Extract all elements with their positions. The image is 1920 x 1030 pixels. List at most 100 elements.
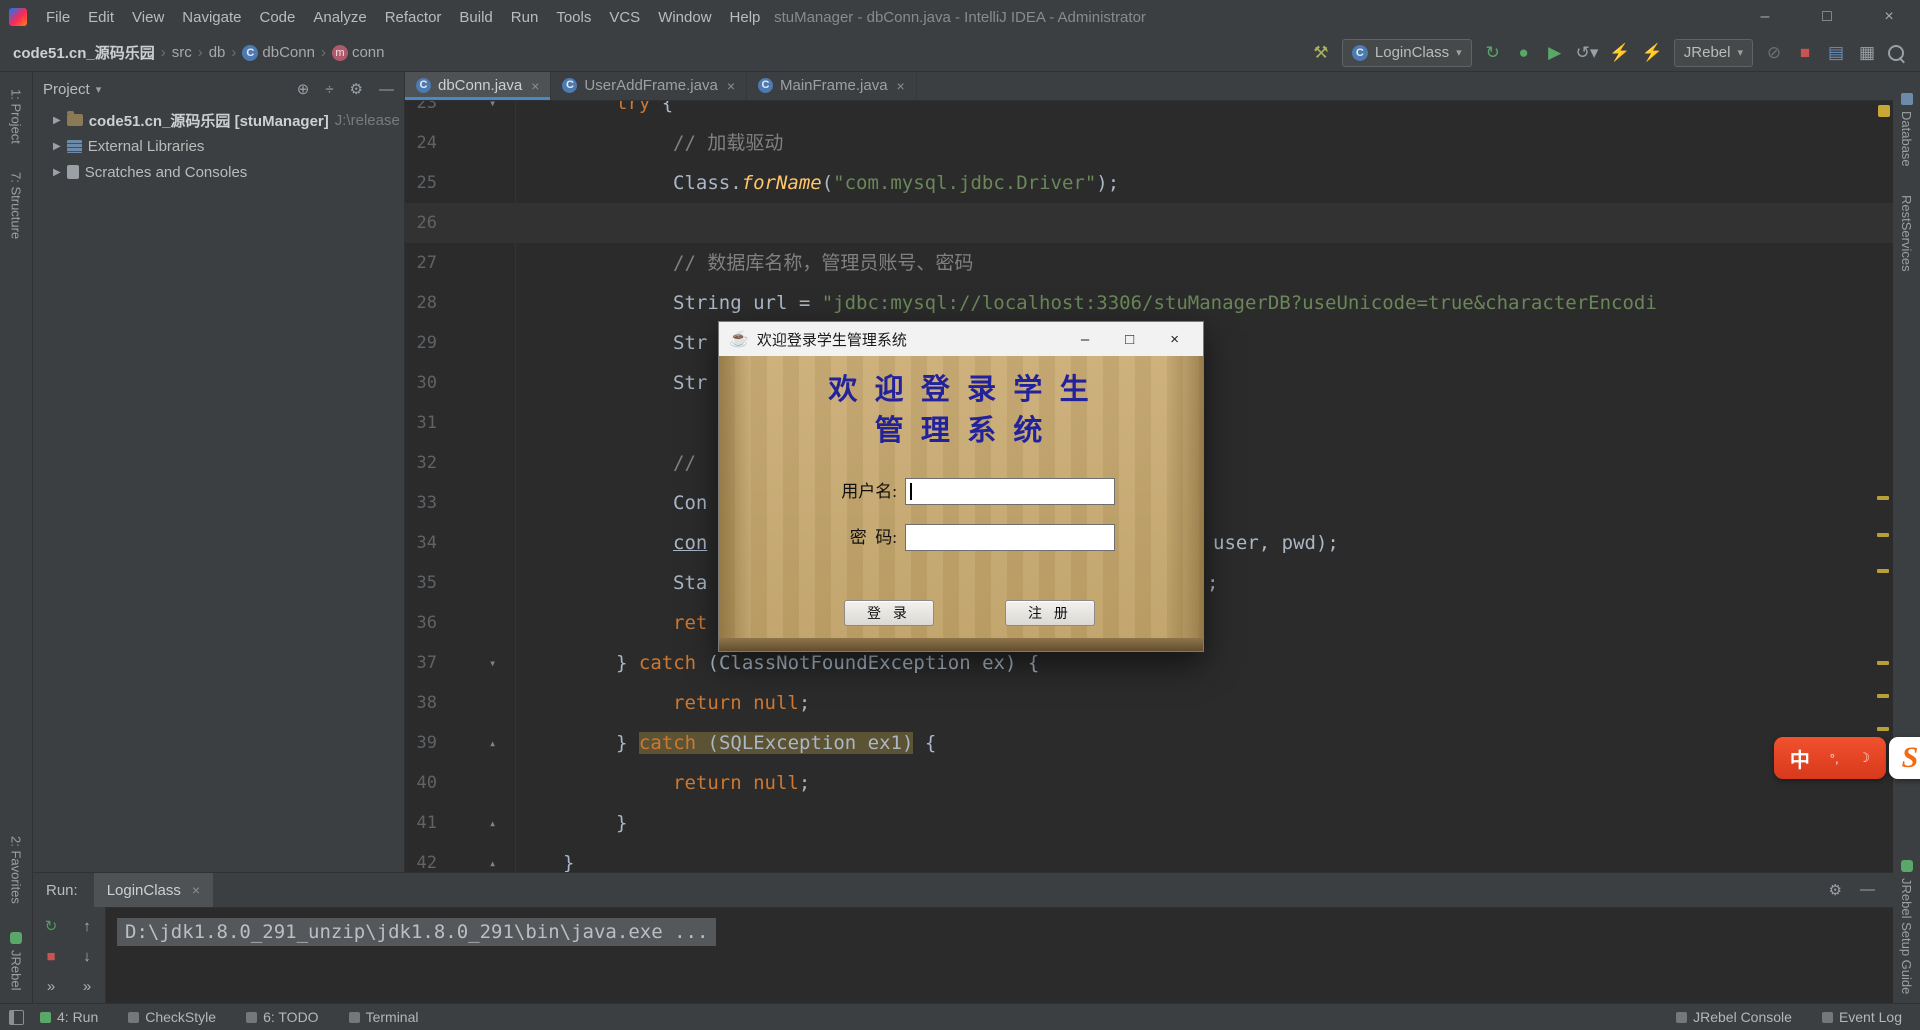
minimize-icon[interactable]: – (1734, 0, 1796, 34)
locate-file-icon[interactable]: ⊕ (297, 80, 310, 98)
dialog-title-bar[interactable]: ☕ 欢迎登录学生管理系统 – □ × (719, 322, 1203, 356)
status-item[interactable]: Event Log (1821, 1009, 1902, 1025)
status-item[interactable]: CheckStyle (128, 1009, 216, 1025)
hide-panel-icon[interactable]: — (1860, 881, 1875, 899)
menu-tools[interactable]: Tools (547, 9, 600, 26)
breadcrumb-item[interactable]: db (209, 44, 226, 61)
close-icon[interactable]: × (1858, 0, 1920, 34)
run-coverage-icon[interactable]: ▶ (1545, 40, 1565, 66)
code-line[interactable]: 40 return null; (405, 763, 1893, 803)
run-console[interactable]: D:\jdk1.8.0_291_unzip\jdk1.8.0_291\bin\j… (105, 907, 1893, 1005)
username-input[interactable] (906, 479, 1114, 504)
settings-gear-icon[interactable]: ⚙ (1829, 881, 1842, 899)
breadcrumb-item[interactable]: src (172, 44, 192, 61)
ime-status-box[interactable]: 中 °, ☽ (1774, 737, 1886, 779)
tool-stripe-button[interactable]: RestServices (1899, 195, 1914, 272)
chevron-right-icon[interactable]: ▶ (53, 167, 61, 178)
console-line[interactable]: D:\jdk1.8.0_291_unzip\jdk1.8.0_291\bin\j… (117, 918, 717, 946)
fold-marker-icon[interactable]: ▴ (489, 803, 496, 843)
editor-tab[interactable]: C UserAddFrame.java × (551, 71, 747, 100)
dialog-minimize-icon[interactable]: – (1081, 331, 1089, 348)
down-stack-trace-icon[interactable]: ↓ (83, 948, 91, 965)
fold-marker-icon[interactable]: ▾ (489, 100, 496, 123)
attach-debugger-icon[interactable]: ⊘ (1764, 40, 1784, 66)
rerun-icon[interactable]: ↻ (1483, 40, 1503, 66)
sogou-logo[interactable]: S (1889, 737, 1920, 779)
fold-marker-icon[interactable]: ▾ (489, 643, 496, 683)
code-line[interactable]: 26 (405, 203, 1893, 243)
profiler-icon[interactable]: ↺▾ (1576, 40, 1599, 66)
build-hammer-icon[interactable]: ⚒ (1311, 40, 1331, 66)
menu-file[interactable]: File (37, 9, 79, 26)
tool-stripe-button[interactable]: 7: Structure (9, 172, 24, 239)
tool-stripe-button[interactable]: JRebel Setup Guide (1899, 859, 1914, 994)
tool-stripe-button[interactable]: Database (1899, 93, 1914, 167)
status-item[interactable]: JRebel Console (1676, 1009, 1792, 1025)
status-item[interactable]: 6: TODO (246, 1009, 319, 1025)
menu-help[interactable]: Help (721, 9, 770, 26)
breadcrumb-item[interactable]: code51.cn_源码乐园 (13, 42, 155, 63)
status-item[interactable]: Terminal (348, 1009, 418, 1025)
close-icon[interactable]: × (727, 78, 735, 94)
close-icon[interactable]: × (531, 78, 539, 94)
register-button[interactable]: 注 册 (1005, 600, 1095, 626)
hide-panel-icon[interactable]: — (379, 81, 394, 98)
tree-item[interactable]: ▶ code51.cn_源码乐园 [stuManager] J:\release (33, 107, 404, 133)
menu-analyze[interactable]: Analyze (304, 9, 375, 26)
menu-run[interactable]: Run (502, 9, 548, 26)
code-line[interactable]: 23 ▾ try { (405, 100, 1893, 123)
search-everywhere-icon[interactable] (1888, 44, 1904, 61)
debug-bug-icon[interactable]: ● (1514, 40, 1534, 66)
code-line[interactable]: 25 Class.forName("com.mysql.jdbc.Driver")… (405, 163, 1893, 203)
ime-toolbar[interactable]: 中 °, ☽ S (1774, 737, 1920, 779)
editor-tab[interactable]: CdbConn.java × (405, 71, 552, 100)
menu-window[interactable]: Window (649, 9, 720, 26)
ime-moon-icon[interactable]: ☽ (1858, 750, 1870, 766)
tree-item[interactable]: ▶ External Libraries (33, 133, 404, 159)
tree-item[interactable]: ▶ Scratches and Consoles (33, 159, 404, 185)
dialog-maximize-icon[interactable]: □ (1125, 331, 1134, 348)
code-line[interactable]: 42 ▴} (405, 843, 1893, 872)
collapse-all-icon[interactable]: ÷ (325, 81, 333, 98)
menu-view[interactable]: View (123, 9, 173, 26)
layout-icon[interactable]: ▦ (1857, 40, 1877, 66)
code-line[interactable]: 24 // 加载驱动 (405, 123, 1893, 163)
close-icon[interactable]: × (192, 882, 200, 898)
jrebel-selector[interactable]: JRebel ▾ (1673, 38, 1753, 67)
ime-language-indicator[interactable]: 中 (1790, 744, 1810, 773)
code-line[interactable]: 38 return null; (405, 683, 1893, 723)
menu-build[interactable]: Build (450, 9, 501, 26)
close-icon[interactable]: × (897, 78, 905, 94)
run-tab[interactable]: LoginClass × (93, 873, 214, 907)
run-config-selector[interactable]: C LoginClass ▾ (1341, 38, 1472, 67)
project-panel-title[interactable]: Project (43, 81, 90, 98)
code-line[interactable]: 41 ▴} (405, 803, 1893, 843)
tool-stripe-button[interactable]: JRebel (9, 931, 24, 990)
code-line[interactable]: 39 ▴} catch (SQLException ex1) { (405, 723, 1893, 763)
fold-marker-icon[interactable]: ▴ (489, 843, 496, 872)
dialog-close-icon[interactable]: × (1170, 331, 1179, 348)
password-field[interactable] (905, 524, 1115, 551)
rerun-icon[interactable]: ↻ (45, 917, 58, 935)
menu-vcs[interactable]: VCS (600, 9, 649, 26)
more-actions-icon[interactable]: » (83, 978, 91, 995)
login-button[interactable]: 登 录 (844, 600, 934, 626)
up-stack-trace-icon[interactable]: ↑ (83, 918, 91, 935)
chevron-right-icon[interactable]: ▶ (53, 141, 61, 152)
more-actions-icon[interactable]: » (47, 978, 55, 995)
menu-refactor[interactable]: Refactor (376, 9, 451, 26)
maximize-icon[interactable]: □ (1796, 0, 1858, 34)
code-line[interactable]: 27 // 数据库名称，管理员账号、密码 (405, 243, 1893, 283)
tool-window-switcher-icon[interactable] (9, 1009, 24, 1025)
toolwindow-icon[interactable]: ▤ (1826, 40, 1846, 66)
jrebel-run-icon[interactable]: ⚡ (1609, 40, 1630, 66)
menu-code[interactable]: Code (250, 9, 304, 26)
stop-icon[interactable]: ■ (1795, 40, 1815, 66)
ime-punctuation-icon[interactable]: °, (1830, 751, 1839, 766)
chevron-right-icon[interactable]: ▶ (53, 115, 61, 126)
menu-navigate[interactable]: Navigate (173, 9, 250, 26)
fold-marker-icon[interactable]: ▴ (489, 723, 496, 763)
jrebel-debug-icon[interactable]: ⚡ (1642, 40, 1663, 66)
tool-stripe-button[interactable]: 2: Favorites (9, 836, 24, 904)
code-line[interactable]: 28 String url = "jdbc:mysql://localhost:3… (405, 283, 1893, 323)
